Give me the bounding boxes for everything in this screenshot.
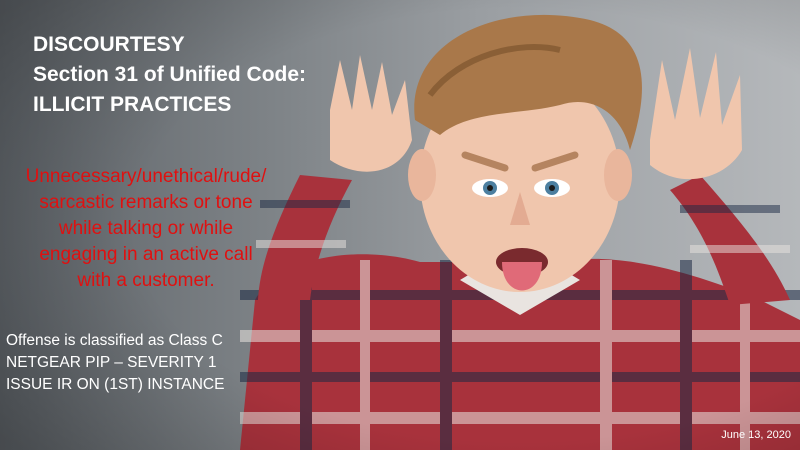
title-line: ILLICIT PRACTICES xyxy=(33,93,232,116)
title-line: DISCOURTESY xyxy=(33,33,185,56)
offense-classification: Offense is classified as Class C NETGEAR… xyxy=(6,330,224,396)
description-line: with a customer. xyxy=(77,270,215,291)
slide-date: June 13, 2020 xyxy=(721,429,791,441)
offense-description: Unnecessary/unethical/rude/ sarcastic re… xyxy=(0,164,292,294)
slide: DISCOURTESY Section 31 of Unified Code: … xyxy=(0,0,800,450)
classification-line: NETGEAR PIP – SEVERITY 1 xyxy=(6,354,217,371)
description-line: engaging in an active call xyxy=(39,244,253,265)
title-line: Section 31 of Unified Code: xyxy=(33,63,307,86)
description-line: while talking or while xyxy=(58,218,234,239)
slide-title: DISCOURTESY Section 31 of Unified Code: … xyxy=(33,30,306,120)
classification-line: ISSUE IR ON (1ST) INSTANCE xyxy=(6,376,225,393)
description-line: sarcastic remarks or tone xyxy=(39,192,253,213)
description-line: Unnecessary/unethical/rude/ xyxy=(25,166,267,187)
classification-line: Offense is classified as Class C xyxy=(6,332,223,349)
